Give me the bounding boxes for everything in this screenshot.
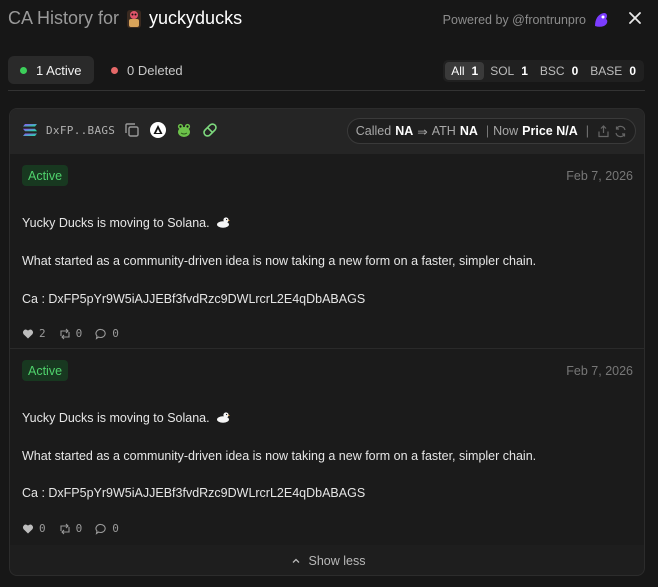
retweet-icon xyxy=(60,523,70,534)
active-dot-icon xyxy=(20,66,27,74)
retweet-count: 0 xyxy=(75,522,83,535)
chain-tab-all[interactable]: All 1 xyxy=(445,62,485,80)
separator: | xyxy=(485,124,490,138)
chain-tab-label: All xyxy=(451,64,465,78)
like-count: 2 xyxy=(39,327,46,340)
chain-tab-bsc[interactable]: BSC 0 xyxy=(534,62,584,80)
heart-icon xyxy=(22,524,34,533)
ca-info: DxFP..BAGS xyxy=(22,121,219,139)
refresh-icon[interactable] xyxy=(614,125,627,138)
deleted-filter-tab[interactable]: 0 Deleted xyxy=(99,56,199,84)
share-icon[interactable] xyxy=(597,124,610,138)
called-label: Called xyxy=(355,124,392,138)
post-line-3: Ca : DxFP5pYr9W5iAJJEBf3fvdRzc9DWLrcrL2E… xyxy=(22,486,366,500)
reply-count: 0 xyxy=(112,327,119,340)
post-line-3: Ca : DxFP5pYr9W5iAJJEBf3fvdRzc9DWLrcrL2E… xyxy=(22,292,366,306)
engagement-stats: 2 0 0 xyxy=(22,327,132,340)
chain-tab-count: 1 xyxy=(521,64,528,78)
status-badge: Active xyxy=(22,360,69,381)
axiom-icon[interactable] xyxy=(149,121,167,139)
gmgn-frog-icon[interactable] xyxy=(175,121,193,139)
filter-bar: 1 Active 0 Deleted All 1 SOL 1 BSC 0 BAS… xyxy=(0,56,658,84)
header-divider xyxy=(8,90,645,91)
active-filter-tab[interactable]: 1 Active xyxy=(8,56,94,84)
chain-filter: All 1 SOL 1 BSC 0 BASE 0 xyxy=(443,60,644,82)
post-text: Yucky Ducks is moving to Solana. xyxy=(22,411,210,425)
now-label: Now xyxy=(493,124,519,138)
powered-by[interactable]: Powered by @frontrunpro xyxy=(443,11,610,29)
show-less-button[interactable]: Show less xyxy=(10,549,644,573)
active-filter-label: 1 Active xyxy=(36,62,82,78)
ath-value: NA xyxy=(459,124,478,138)
chain-tab-count: 0 xyxy=(571,64,579,78)
post-line-1: Yucky Ducks is moving to Solana. xyxy=(22,216,231,230)
user-avatar-icon xyxy=(125,9,143,29)
chevron-up-icon xyxy=(292,558,299,563)
reply-stat[interactable]: 0 xyxy=(95,327,119,340)
copy-icon[interactable] xyxy=(123,121,141,139)
separator: | xyxy=(585,124,589,138)
reply-icon xyxy=(95,328,106,340)
chain-tab-count: 0 xyxy=(629,64,636,78)
like-stat[interactable]: 2 xyxy=(22,327,46,340)
duck-emoji-icon xyxy=(217,217,231,228)
post-line-2: What started as a community-driven idea … xyxy=(22,254,537,268)
pill-icon[interactable] xyxy=(201,121,219,139)
retweet-count: 0 xyxy=(75,327,83,340)
chain-tab-label: SOL xyxy=(490,64,515,78)
reply-stat[interactable]: 0 xyxy=(95,522,119,535)
post-text: Yucky Ducks is moving to Solana. xyxy=(22,216,210,230)
engagement-stats: 0 0 0 xyxy=(22,522,132,535)
chain-tab-label: BASE xyxy=(590,64,623,78)
now-value: Price N/A xyxy=(522,124,578,138)
post-date: Feb 7, 2026 xyxy=(566,169,633,183)
username[interactable]: yuckyducks xyxy=(149,8,242,29)
retweet-icon xyxy=(60,328,70,339)
chain-tab-base[interactable]: BASE 0 xyxy=(584,62,642,80)
duck-emoji-icon xyxy=(217,412,231,423)
status-badge: Active xyxy=(22,165,69,186)
retweet-stat[interactable]: 0 xyxy=(59,522,83,535)
frontrun-logo-icon xyxy=(595,13,608,27)
post-line-2: What started as a community-driven idea … xyxy=(22,449,537,463)
ca-history-card: DxFP..BAGS Called NA ⇒ ATH NA | Now Pric… xyxy=(9,108,645,576)
powered-by-text: Powered by @frontrunpro xyxy=(442,13,586,27)
retweet-stat[interactable]: 0 xyxy=(59,327,83,340)
post-date: Feb 7, 2026 xyxy=(566,364,633,378)
like-stat[interactable]: 0 xyxy=(22,522,46,535)
page-title: CA History for yuckyducks xyxy=(8,8,242,29)
show-less-label: Show less xyxy=(308,554,366,568)
tweet-post: Active Feb 7, 2026 Yucky Ducks is moving… xyxy=(10,349,644,545)
modal-header: CA History for yuckyducks Powered by @fr… xyxy=(0,0,658,38)
chain-tab-label: BSC xyxy=(539,64,565,78)
solana-icon xyxy=(23,124,37,136)
heart-icon xyxy=(22,329,34,338)
arrow-icon: ⇒ xyxy=(417,124,428,139)
ath-label: ATH xyxy=(431,124,456,138)
post-line-1: Yucky Ducks is moving to Solana. xyxy=(22,411,231,425)
title-prefix: CA History for xyxy=(8,8,120,28)
ca-card-header: DxFP..BAGS Called NA ⇒ ATH NA | Now Pric… xyxy=(10,109,644,154)
like-count: 0 xyxy=(39,522,46,535)
deleted-dot-icon xyxy=(111,66,118,74)
close-icon[interactable] xyxy=(627,10,643,26)
called-value: NA xyxy=(395,124,414,138)
reply-count: 0 xyxy=(112,522,119,535)
price-summary: Called NA ⇒ ATH NA | Now Price N/A | xyxy=(346,118,636,144)
chain-tab-count: 1 xyxy=(471,64,479,78)
contract-address-short[interactable]: DxFP..BAGS xyxy=(46,124,115,137)
chain-tab-sol[interactable]: SOL 1 xyxy=(484,62,534,80)
tweet-post: Active Feb 7, 2026 Yucky Ducks is moving… xyxy=(10,154,644,348)
reply-icon xyxy=(95,523,106,535)
deleted-filter-label: 0 Deleted xyxy=(127,62,183,78)
